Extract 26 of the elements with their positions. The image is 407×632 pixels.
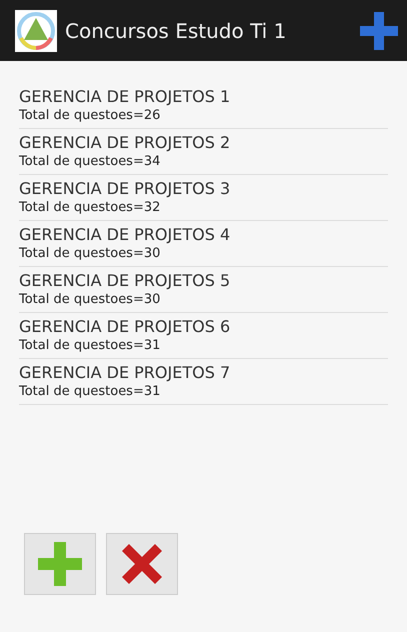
item-title: GERENCIA DE PROJETOS 6	[19, 316, 232, 336]
item-subtitle: Total de questoes=32	[19, 198, 162, 216]
list-item[interactable]: GERENCIA DE PROJETOS 5 Total de questoes=30	[19, 267, 388, 313]
list-item[interactable]: GERENCIA DE PROJETOS 6 Total de questoes=31	[19, 313, 388, 359]
delete-button[interactable]	[106, 533, 178, 595]
plus-icon	[35, 539, 85, 589]
item-subtitle: Total de questoes=30	[19, 290, 162, 308]
item-title: GERENCIA DE PROJETOS 2	[19, 132, 232, 152]
item-subtitle: Total de questoes=31	[19, 382, 162, 400]
list-item[interactable]: GERENCIA DE PROJETOS 3 Total de questoes=32	[19, 175, 388, 221]
item-title: GERENCIA DE PROJETOS 5	[19, 270, 232, 290]
add-icon[interactable]	[359, 10, 399, 50]
item-subtitle: Total de questoes=26	[19, 106, 162, 124]
item-title: GERENCIA DE PROJETOS 4	[19, 224, 232, 244]
app-title: Concursos Estudo Ti 1	[65, 18, 288, 42]
list-item[interactable]: GERENCIA DE PROJETOS 2 Total de questoes=34	[19, 129, 388, 175]
item-title: GERENCIA DE PROJETOS 3	[19, 178, 232, 198]
list-item[interactable]: GERENCIA DE PROJETOS 4 Total de questoes=30	[19, 221, 388, 267]
item-title: GERENCIA DE PROJETOS 1	[19, 86, 232, 106]
item-subtitle: Total de questoes=30	[19, 244, 162, 262]
triangle-logo-icon[interactable]	[15, 10, 57, 52]
item-subtitle: Total de questoes=34	[19, 152, 162, 170]
list-item[interactable]: GERENCIA DE PROJETOS 1 Total de questoes=26	[19, 83, 388, 129]
item-subtitle: Total de questoes=31	[19, 336, 162, 354]
item-title: GERENCIA DE PROJETOS 7	[19, 362, 232, 382]
list-item[interactable]: GERENCIA DE PROJETOS 7 Total de questoes=31	[19, 359, 388, 405]
